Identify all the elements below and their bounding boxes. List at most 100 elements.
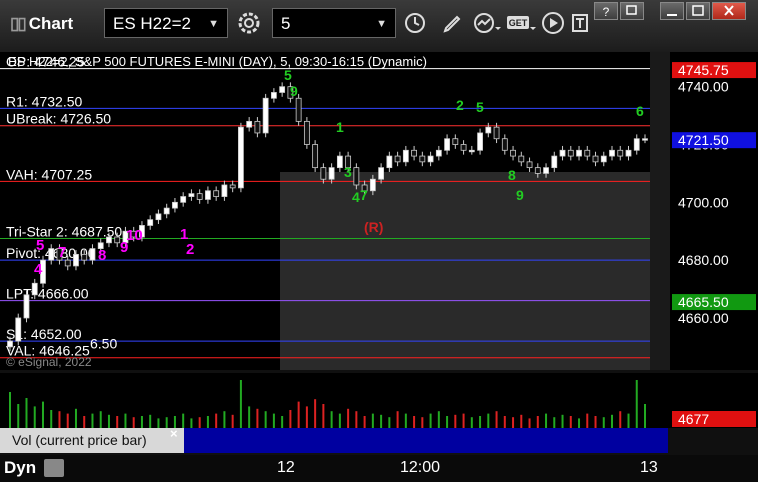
play-icon[interactable] — [538, 8, 568, 38]
text-tool-icon[interactable] — [566, 8, 596, 38]
clock-icon[interactable] — [400, 8, 430, 38]
chart-info-text: ES H22=2, S&P 500 FUTURES E-MINI (DAY), … — [8, 54, 427, 69]
candle-body-25 — [213, 190, 220, 197]
lock-icon[interactable] — [44, 459, 64, 477]
volume-bar-39 — [330, 411, 333, 428]
candle-body-39 — [328, 167, 335, 180]
minimize-icon[interactable] — [660, 2, 684, 20]
volume-bar-50 — [421, 417, 424, 428]
volume-bar-28 — [239, 380, 242, 428]
restore-icon[interactable] — [620, 2, 644, 20]
time-axis[interactable]: Dyn 12 12:00 13 — [0, 455, 758, 482]
td-label-14: 8 — [508, 167, 516, 183]
volume-bar-56 — [470, 417, 473, 428]
right-margin — [650, 52, 670, 370]
td-label-6: 2 — [186, 241, 194, 258]
level-label-1: R1: 4732.50 — [6, 93, 82, 109]
volume-bar-33 — [281, 416, 284, 428]
candle-body-62 — [518, 155, 525, 163]
volume-bar-45 — [380, 414, 383, 428]
toolbar: ▯▯ Chart ES H22=2 ▼ 5 ▼ GET ? — [0, 0, 758, 52]
volume-bar-74 — [619, 411, 622, 428]
candle-body-68 — [567, 149, 574, 157]
settings-icon[interactable] — [234, 8, 264, 38]
candle-body-27 — [229, 184, 236, 189]
get-icon[interactable]: GET — [506, 8, 536, 38]
chart-grip-icon[interactable]: ▯▯ — [10, 14, 27, 33]
candle-body-54 — [452, 138, 459, 145]
td-label-0: 5 — [36, 237, 44, 254]
candle-body-28 — [238, 126, 244, 189]
candle-body-55 — [460, 144, 467, 151]
volume-bar-15 — [132, 417, 135, 428]
candle-body-12 — [106, 236, 112, 244]
candle-body-45 — [378, 167, 385, 180]
volume-bar-59 — [495, 411, 498, 428]
volume-panel[interactable]: 4677 — [0, 373, 758, 428]
candle-body-77 — [642, 138, 648, 141]
close-study-icon[interactable]: × — [170, 426, 178, 441]
interval-dropdown-icon[interactable]: ▼ — [376, 9, 387, 39]
volume-bar-36 — [305, 406, 308, 428]
candle-body-60 — [501, 138, 508, 151]
td-label-18: 6 — [636, 103, 644, 119]
candle-body-58 — [485, 126, 492, 134]
price-axis[interactable]: 4740.004720.004700.004680.004660.004745.… — [670, 52, 758, 370]
volume-bar-65 — [545, 413, 548, 428]
candle-body-70 — [584, 149, 591, 157]
candle-body-1 — [15, 317, 22, 342]
volume-bar-22 — [190, 418, 193, 428]
extra-label-0: 6.50 — [90, 335, 117, 351]
maximize-icon[interactable] — [686, 2, 710, 20]
volume-bar-0 — [9, 392, 11, 428]
volume-bar-34 — [289, 410, 292, 428]
level-label-3: VAH: 4707.25 — [6, 166, 92, 182]
volume-bar-44 — [371, 413, 374, 428]
symbol-field[interactable]: ES H22=2 ▼ — [104, 8, 228, 38]
volume-bar-61 — [512, 417, 515, 428]
help-icon[interactable]: ? — [594, 2, 618, 20]
price-chart[interactable]: OP: 4746.25R1: 4732.50UBreak: 4726.50VAH… — [0, 52, 670, 370]
volume-bar-37 — [314, 399, 317, 428]
close-icon[interactable] — [712, 2, 746, 20]
study-icon[interactable] — [472, 8, 502, 38]
volume-bar-9 — [83, 416, 86, 428]
volume-bar-4 — [41, 401, 44, 428]
price-range-shade — [280, 172, 650, 370]
volume-bar-46 — [388, 417, 391, 428]
interval-field[interactable]: 5 ▼ — [272, 8, 396, 38]
pencil-icon[interactable] — [438, 8, 468, 38]
volume-bar-63 — [528, 418, 531, 428]
candle-body-40 — [336, 155, 343, 169]
volume-bar-31 — [264, 411, 267, 428]
candle-body-29 — [246, 120, 253, 128]
svg-text:?: ? — [603, 5, 610, 19]
level-label-4: Tri-Star 2: 4687.50 — [6, 223, 122, 239]
price-tag-1: 4721.50 — [678, 132, 729, 148]
volume-bar-57 — [479, 416, 482, 428]
level-label-2: UBreak: 4726.50 — [6, 111, 111, 127]
volume-bar-55 — [462, 413, 465, 428]
volume-bar-17 — [149, 414, 152, 428]
volume-bar-12 — [107, 414, 110, 428]
symbol-dropdown-icon[interactable]: ▼ — [208, 9, 219, 39]
candle-body-75 — [625, 149, 632, 157]
volume-bar-5 — [50, 410, 53, 428]
candle-body-0 — [7, 340, 13, 348]
volume-bar-47 — [396, 411, 399, 428]
dynamic-label: Dyn — [4, 458, 37, 477]
volume-bar-53 — [446, 416, 449, 428]
candle-body-35 — [295, 97, 302, 122]
volume-bar-69 — [578, 418, 581, 428]
candle-body-67 — [559, 149, 566, 157]
candle-body-61 — [510, 149, 516, 157]
volume-bar-62 — [520, 414, 523, 428]
volume-bar-48 — [404, 413, 407, 428]
volume-bar-29 — [248, 406, 251, 428]
volume-bar-60 — [503, 416, 506, 428]
volume-bar-13 — [116, 416, 119, 428]
candle-body-59 — [493, 126, 500, 140]
volume-study-bar — [184, 428, 668, 453]
candle-body-51 — [427, 155, 434, 163]
volume-bar-19 — [165, 417, 168, 428]
